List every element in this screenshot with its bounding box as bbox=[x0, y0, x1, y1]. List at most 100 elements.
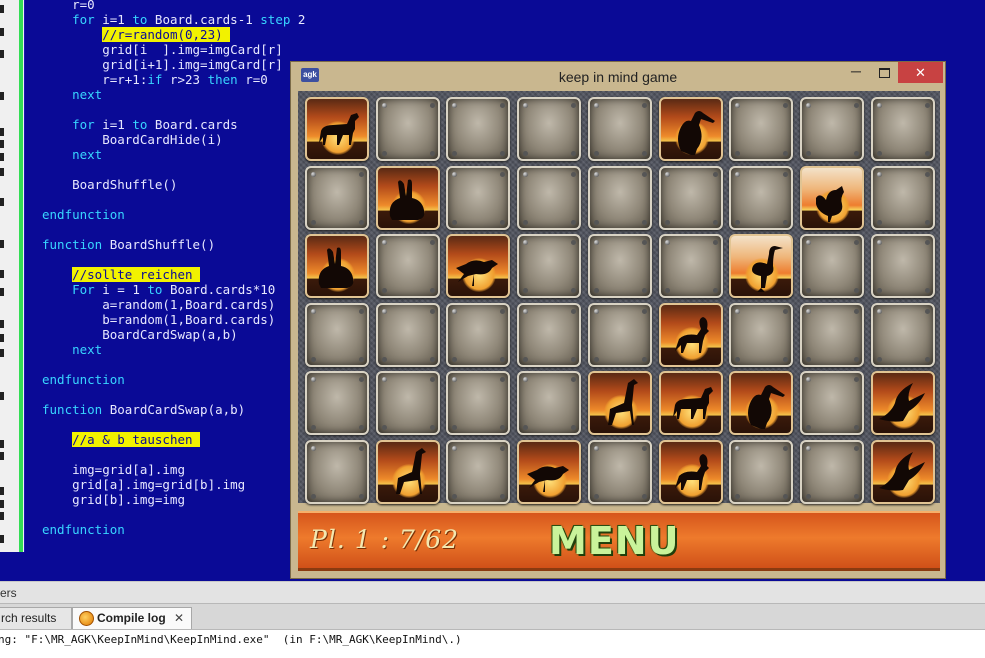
rabbit-icon bbox=[318, 247, 354, 288]
card-face-down[interactable] bbox=[517, 97, 581, 161]
close-tab-icon[interactable]: ✕ bbox=[174, 608, 184, 629]
songbird-icon bbox=[527, 466, 569, 492]
card-ibex[interactable] bbox=[659, 303, 723, 367]
card-face-down[interactable] bbox=[305, 371, 369, 435]
code-token: 2 bbox=[290, 12, 306, 27]
gutter-marker bbox=[0, 168, 4, 176]
code-keyword: endfunction bbox=[42, 522, 125, 537]
card-face-down[interactable] bbox=[305, 166, 369, 230]
card-pelican[interactable] bbox=[659, 97, 723, 161]
code-keyword: function bbox=[42, 237, 103, 252]
minimize-button[interactable]: ─ bbox=[843, 62, 869, 83]
tab-search-results-label: rch results bbox=[1, 611, 57, 625]
card-hen[interactable] bbox=[800, 166, 864, 230]
card-face-down[interactable] bbox=[446, 166, 510, 230]
card-face-down[interactable] bbox=[659, 234, 723, 298]
card-face-down[interactable] bbox=[800, 440, 864, 504]
menu-button[interactable]: MENU bbox=[549, 519, 679, 563]
card-giraffe[interactable] bbox=[588, 371, 652, 435]
card-face-down[interactable] bbox=[659, 166, 723, 230]
code-line[interactable]: //r=random(0,23) bbox=[42, 27, 982, 42]
code-keyword: if bbox=[147, 72, 163, 87]
card-ibex[interactable] bbox=[659, 440, 723, 504]
tab-compile-log-label: Compile log bbox=[97, 611, 166, 625]
card-horse[interactable] bbox=[659, 371, 723, 435]
card-face-down[interactable] bbox=[305, 303, 369, 367]
code-line[interactable]: r=0 bbox=[42, 0, 982, 12]
card-face-down[interactable] bbox=[729, 97, 793, 161]
gutter-marker bbox=[0, 512, 4, 520]
card-horse[interactable] bbox=[305, 97, 369, 161]
tab-compile-log[interactable]: Compile log ✕ bbox=[72, 607, 192, 629]
card-face-down[interactable] bbox=[729, 166, 793, 230]
card-giraffe[interactable] bbox=[376, 440, 440, 504]
card-face-down[interactable] bbox=[376, 303, 440, 367]
card-face-down[interactable] bbox=[588, 303, 652, 367]
card-face-down[interactable] bbox=[446, 303, 510, 367]
gutter-marker bbox=[0, 50, 4, 58]
code-keyword: For bbox=[72, 282, 95, 297]
card-pelican[interactable] bbox=[729, 371, 793, 435]
ibex-icon bbox=[675, 454, 709, 490]
code-token: r=0 bbox=[237, 72, 268, 87]
panel-header: ers bbox=[0, 581, 985, 604]
card-face-down[interactable] bbox=[446, 371, 510, 435]
card-songbird[interactable] bbox=[517, 440, 581, 504]
card-eagle[interactable] bbox=[871, 440, 935, 504]
code-line[interactable]: grid[i ].img=imgCard[r] bbox=[42, 42, 982, 57]
compile-log-icon bbox=[79, 611, 94, 626]
card-face-down[interactable] bbox=[376, 97, 440, 161]
card-face-down[interactable] bbox=[305, 440, 369, 504]
maximize-button[interactable] bbox=[871, 62, 897, 83]
gutter-marker bbox=[0, 140, 4, 148]
status-bar: Pl. 1 : 7/62 MENU bbox=[298, 511, 940, 571]
gutter-marker bbox=[0, 153, 4, 161]
card-face-down[interactable] bbox=[729, 440, 793, 504]
card-face-down[interactable] bbox=[871, 97, 935, 161]
gutter-marker bbox=[0, 349, 4, 357]
card-face-down[interactable] bbox=[800, 303, 864, 367]
card-face-down[interactable] bbox=[871, 234, 935, 298]
card-face-down[interactable] bbox=[588, 97, 652, 161]
card-face-down[interactable] bbox=[517, 166, 581, 230]
code-token: BoardCardHide(i) bbox=[42, 132, 223, 147]
card-face-down[interactable] bbox=[446, 440, 510, 504]
card-heron[interactable] bbox=[729, 234, 793, 298]
tab-search-results[interactable]: rch results bbox=[0, 607, 72, 629]
card-face-down[interactable] bbox=[446, 97, 510, 161]
card-songbird[interactable] bbox=[446, 234, 510, 298]
close-button[interactable]: ✕ bbox=[898, 62, 943, 83]
card-rabbit[interactable] bbox=[376, 166, 440, 230]
code-line[interactable]: for i=1 to Board.cards-1 step 2 bbox=[42, 12, 982, 27]
card-face-down[interactable] bbox=[588, 166, 652, 230]
gutter-marker bbox=[0, 240, 4, 248]
card-face-down[interactable] bbox=[376, 371, 440, 435]
card-rabbit[interactable] bbox=[305, 234, 369, 298]
code-keyword: to bbox=[132, 117, 148, 132]
card-face-down[interactable] bbox=[376, 234, 440, 298]
code-keyword: to bbox=[147, 282, 163, 297]
gutter-marker bbox=[0, 334, 4, 342]
code-token: r=r+1: bbox=[42, 72, 148, 87]
card-face-down[interactable] bbox=[588, 234, 652, 298]
title-bar[interactable]: agk keep in mind game ─ ✕ bbox=[291, 62, 945, 90]
code-token: BoardCardSwap(a,b) bbox=[102, 402, 246, 417]
code-token: r>23 bbox=[162, 72, 208, 87]
heron-icon bbox=[752, 246, 783, 292]
code-token: r=0 bbox=[42, 0, 95, 12]
log-line: ng: "F:\MR_AGK\KeepInMind\KeepInMind.exe… bbox=[0, 633, 462, 646]
card-face-down[interactable] bbox=[871, 166, 935, 230]
card-face-down[interactable] bbox=[800, 371, 864, 435]
card-face-down[interactable] bbox=[800, 97, 864, 161]
card-face-down[interactable] bbox=[871, 303, 935, 367]
card-face-down[interactable] bbox=[517, 303, 581, 367]
card-face-down[interactable] bbox=[729, 303, 793, 367]
card-face-down[interactable] bbox=[517, 371, 581, 435]
card-eagle[interactable] bbox=[871, 371, 935, 435]
card-face-down[interactable] bbox=[588, 440, 652, 504]
card-face-down[interactable] bbox=[800, 234, 864, 298]
gutter-marker bbox=[0, 270, 4, 278]
card-face-down[interactable] bbox=[517, 234, 581, 298]
